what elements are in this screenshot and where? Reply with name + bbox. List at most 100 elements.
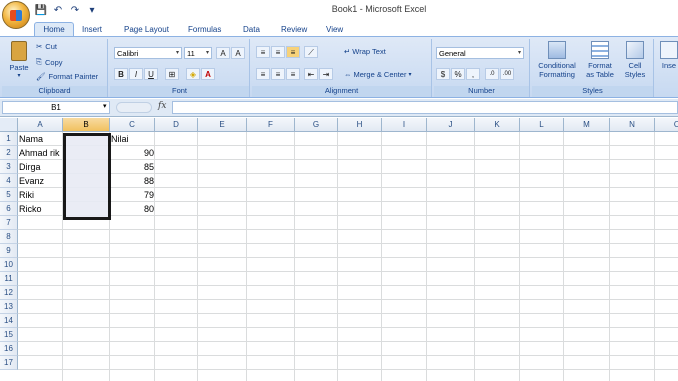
cell-a6[interactable]: Ricko	[18, 202, 63, 216]
tab-formulas[interactable]: Formulas	[188, 22, 221, 36]
row-header-4[interactable]: 4	[0, 174, 18, 188]
row-header-17[interactable]: 17	[0, 356, 18, 370]
row-header-15[interactable]: 15	[0, 328, 18, 342]
number-format-select[interactable]: General ▾	[436, 47, 524, 59]
column-header-m[interactable]: M	[564, 118, 610, 132]
format-painter-button[interactable]: 🖌 Format Painter	[36, 72, 98, 81]
cell-a4[interactable]: Evanz	[18, 174, 63, 188]
wrap-text-button[interactable]: ↵ Wrap Text	[344, 47, 386, 56]
column-header-l[interactable]: L	[520, 118, 564, 132]
spreadsheet-grid[interactable]: ABCDEFGHIJKLMNO 1 2 3 4 5 6 7 8 9 10 11 12 13 14 15 16 1…	[0, 118, 678, 381]
row-header-7[interactable]: 7	[0, 216, 18, 230]
row-header-8[interactable]: 8	[0, 230, 18, 244]
row-header-1[interactable]: 1	[0, 132, 18, 146]
tab-view[interactable]: View	[326, 22, 343, 36]
chevron-down-icon: ▾	[517, 50, 521, 56]
shrink-font-icon[interactable]: A	[231, 47, 245, 59]
cell-c1[interactable]: Nilai	[110, 132, 155, 146]
percent-icon[interactable]: %	[451, 68, 465, 80]
column-header-e[interactable]: E	[198, 118, 247, 132]
cell-c2[interactable]: 90	[110, 146, 155, 160]
chevron-down-icon[interactable]: ▾	[103, 102, 107, 110]
merge-center-button[interactable]: ⇔ Merge & Center ▾	[344, 70, 411, 79]
tab-insert[interactable]: Insert	[82, 22, 102, 36]
align-bottom-icon[interactable]: ≡	[286, 46, 300, 58]
column-header-n[interactable]: N	[610, 118, 655, 132]
column-header-g[interactable]: G	[295, 118, 338, 132]
cell-c6[interactable]: 80	[110, 202, 155, 216]
row-header-9[interactable]: 9	[0, 244, 18, 258]
italic-icon[interactable]: I	[129, 68, 143, 80]
row-header-13[interactable]: 13	[0, 300, 18, 314]
column-header-c[interactable]: C	[110, 118, 155, 132]
row-header-3[interactable]: 3	[0, 160, 18, 174]
cut-button[interactable]: ✂ Cut	[36, 42, 57, 51]
formula-grip-icon[interactable]	[116, 102, 152, 113]
align-middle-icon[interactable]: ≡	[271, 46, 285, 58]
row-header-2[interactable]: 2	[0, 146, 18, 160]
decrease-decimal-icon[interactable]: .00	[500, 68, 514, 80]
chevron-down-icon: ▾	[408, 72, 412, 78]
cell-c3[interactable]: 85	[110, 160, 155, 174]
row-header-6[interactable]: 6	[0, 202, 18, 216]
column-header-a[interactable]: A	[18, 118, 63, 132]
format-as-table-button[interactable]: Format as Table	[582, 41, 618, 79]
align-center-icon[interactable]: ≡	[271, 68, 285, 80]
currency-icon[interactable]: $	[436, 68, 450, 80]
increase-decimal-icon[interactable]: .0	[485, 68, 499, 80]
clipboard-label: Clipboard	[2, 86, 107, 97]
cell-styles-button[interactable]: Cell Styles	[620, 41, 650, 79]
row-header-14[interactable]: 14	[0, 314, 18, 328]
column-header-j[interactable]: J	[427, 118, 475, 132]
tab-page-layout[interactable]: Page Layout	[124, 22, 169, 36]
column-header-d[interactable]: D	[155, 118, 198, 132]
copy-button[interactable]: ⎘ Copy	[36, 57, 63, 67]
row-header-5[interactable]: 5	[0, 188, 18, 202]
column-header-b[interactable]: B	[63, 118, 110, 132]
underline-icon[interactable]: U	[144, 68, 158, 80]
select-all-corner[interactable]	[0, 118, 18, 132]
comma-icon[interactable]: ,	[466, 68, 480, 80]
align-left-icon[interactable]: ≡	[256, 68, 270, 80]
align-right-icon[interactable]: ≡	[286, 68, 300, 80]
grow-font-icon[interactable]: A	[216, 47, 230, 59]
office-button[interactable]	[2, 1, 30, 29]
row-header-11[interactable]: 11	[0, 272, 18, 286]
column-header-i[interactable]: I	[382, 118, 427, 132]
column-header-k[interactable]: K	[475, 118, 520, 132]
fx-icon[interactable]: fx	[158, 101, 166, 111]
align-top-icon[interactable]: ≡	[256, 46, 270, 58]
bold-icon[interactable]: B	[114, 68, 128, 80]
font-name-select[interactable]: Calibri ▾	[114, 47, 182, 59]
cell-c5[interactable]: 79	[110, 188, 155, 202]
column-header-o[interactable]: O	[655, 118, 678, 132]
cell-c4[interactable]: 88	[110, 174, 155, 188]
formula-input[interactable]	[172, 101, 678, 114]
increase-indent-icon[interactable]: ⇥	[319, 68, 333, 80]
font-size-select[interactable]: 11 ▾	[184, 47, 212, 59]
ribbon: Paste ▾ ✂ Cut ⎘ Copy 🖌 Format Painter Clipb…	[0, 36, 678, 98]
row-header-10[interactable]: 10	[0, 258, 18, 272]
wrap-icon: ↵	[344, 47, 351, 56]
borders-icon[interactable]: ⊞	[165, 68, 179, 80]
insert-cells-button[interactable]: Inse	[660, 41, 678, 70]
tab-data[interactable]: Data	[243, 22, 260, 36]
column-header-h[interactable]: H	[338, 118, 382, 132]
cell-a5[interactable]: Riki	[18, 188, 63, 202]
cell-a2[interactable]: Ahmad rik	[18, 146, 63, 160]
fill-color-icon[interactable]: ◈	[186, 68, 200, 80]
column-header-f[interactable]: F	[247, 118, 295, 132]
cell-a3[interactable]: Dirga	[18, 160, 63, 174]
paste-button[interactable]: Paste ▾	[6, 41, 32, 81]
tab-home[interactable]: Home	[34, 22, 74, 36]
font-color-icon[interactable]: A	[201, 68, 215, 80]
cell-a1[interactable]: Nama	[18, 132, 63, 146]
row-header-12[interactable]: 12	[0, 286, 18, 300]
tab-review[interactable]: Review	[281, 22, 307, 36]
decrease-indent-icon[interactable]: ⇤	[304, 68, 318, 80]
row-header-16[interactable]: 16	[0, 342, 18, 356]
name-box[interactable]: B1	[2, 101, 110, 114]
conditional-formatting-button[interactable]: Conditional Formatting	[534, 41, 580, 79]
orientation-icon[interactable]: ⟋	[304, 46, 318, 58]
clipboard-group: Paste ▾ ✂ Cut ⎘ Copy 🖌 Format Painter Clipb…	[2, 39, 108, 97]
